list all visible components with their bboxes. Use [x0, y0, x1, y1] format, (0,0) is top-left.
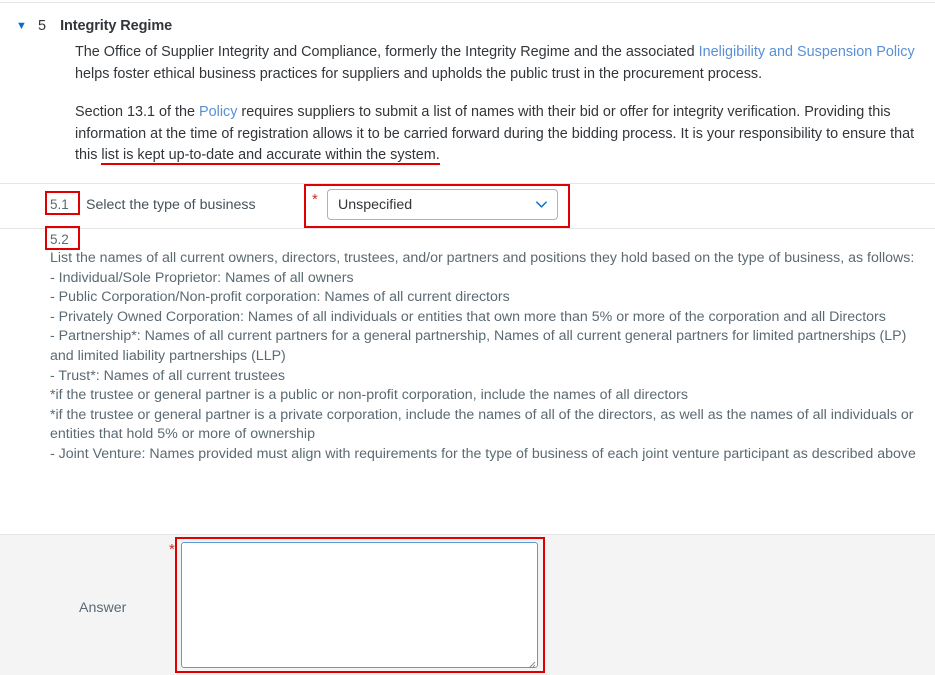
intro-paragraph-1: The Office of Supplier Integrity and Com… [75, 42, 923, 85]
required-asterisk-answer: * [169, 541, 175, 558]
triangle-down-icon[interactable]: ▼ [16, 20, 38, 32]
ineligibility-and-suspension-policy-link[interactable]: Ineligibility and Suspension Policy [699, 44, 915, 60]
intro-p2-part1: Section 13.1 of the [75, 104, 200, 120]
intro-p1-part2: helps foster ethical business practices … [75, 65, 763, 82]
intro-paragraph-2: Section 13.1 of the Policy requires supp… [75, 102, 923, 167]
question-body-52: List the names of all current owners, di… [50, 250, 916, 462]
type-of-business-dropdown[interactable]: Unspecified [327, 189, 558, 220]
dropdown-selected-value: Unspecified [338, 196, 413, 213]
section-intro-text: The Office of Supplier Integrity and Com… [75, 42, 923, 167]
answer-textarea[interactable] [181, 542, 538, 668]
section-number: 5 [38, 18, 47, 34]
question-number-51: 5.1 [50, 197, 69, 212]
annotation-underline-text: list is kept up-to-date and accurate wit… [101, 147, 440, 165]
required-asterisk-51: * [312, 191, 318, 208]
top-divider [0, 2, 935, 3]
page-title: Integrity Regime [60, 18, 173, 34]
question-number-52: 5.2 [50, 232, 69, 247]
question-label-51: Select the type of business [86, 197, 256, 213]
row-divider-above-52 [0, 228, 935, 229]
question-section-page: ▼ 5 Integrity Regime The Office of Suppl… [0, 0, 935, 675]
intro-p1-part1: The Office of Supplier Integrity and Com… [75, 44, 699, 60]
section-header[interactable]: ▼ 5 Integrity Regime [0, 14, 172, 38]
chevron-down-icon[interactable] [534, 197, 549, 212]
policy-link[interactable]: Policy [199, 104, 237, 120]
row-divider-above-51 [0, 183, 935, 184]
answer-label: Answer [79, 600, 127, 616]
